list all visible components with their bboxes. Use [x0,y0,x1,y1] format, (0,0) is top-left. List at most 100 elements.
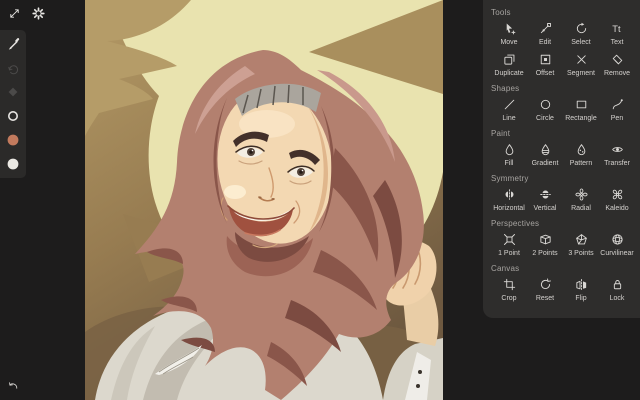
color-secondary-button[interactable] [5,156,21,172]
tool-pen[interactable]: Pen [599,95,635,126]
gradient-icon [541,144,549,156]
sym_h-icon [505,189,513,200]
p3-icon [575,234,587,245]
section-grid-canvas: Crop Reset Flip Lock [491,275,635,306]
tool-label: Offset [535,70,555,77]
tool-label: 1 Point [498,250,520,257]
tool-label: Edit [538,39,552,46]
brush-button[interactable] [5,36,21,52]
tool-vertical[interactable]: Vertical [527,185,563,216]
circle-icon [540,99,550,110]
ring-icon [8,111,18,121]
top-left-toolbar [6,5,47,22]
lock-icon [613,280,621,290]
gear-icon [32,7,45,20]
tool-horizontal[interactable]: Horizontal [491,185,527,216]
select-icon [576,22,586,34]
tool-curvilinear[interactable]: Curvilinear [599,230,635,261]
tool-label: Transfer [604,160,630,167]
tool-label: Remove [603,70,631,77]
section-header-perspectives: Perspectives [491,219,540,228]
tool-radial[interactable]: Radial [563,185,599,216]
section-grid-symmetry: Horizontal Vertical Radial Kaleido [491,185,635,216]
collapse-icon [10,9,19,18]
tool-label: Curvilinear [600,250,634,257]
redo-icon [8,65,19,75]
section-header-shapes: Shapes [491,84,520,93]
rectangle-icon [576,100,586,109]
kaleido-icon [612,189,622,200]
tool-text[interactable]: Tt Text [599,19,635,50]
tool-reset[interactable]: Reset [527,275,563,306]
tool-edit[interactable]: Edit [527,19,563,50]
pattern-icon [577,144,585,156]
tool-3-points[interactable]: 3 Points [563,230,599,261]
color-primary-button[interactable] [5,132,21,148]
tool-1-point[interactable]: 1 Point [491,230,527,261]
redo-button[interactable] [5,60,21,76]
tool-crop[interactable]: Crop [491,275,527,306]
move-icon [506,23,515,35]
tool-label: Kaleido [605,205,629,212]
section-grid-perspectives: 1 Point 2 Points 3 Points Curvilinear [491,230,635,261]
section-header-symmetry: Symmetry [491,174,529,183]
tool-label: Fill [504,160,514,167]
tool-label: Vertical [533,205,557,212]
tool-offset[interactable]: Offset [527,50,563,81]
tool-label: Rectangle [565,115,597,122]
line-icon [504,99,514,110]
tool-kaleido[interactable]: Kaleido [599,185,635,216]
stroke-width-button[interactable] [5,108,21,124]
tool-line[interactable]: Line [491,95,527,126]
tool-label: Select [571,39,591,46]
tool-label: Circle [536,115,554,122]
undo-button[interactable] [6,379,22,393]
settings-button[interactable] [30,5,47,22]
tool-rectangle[interactable]: Rectangle [563,95,599,126]
segment-icon [576,55,586,64]
tool-fill[interactable]: Fill [491,140,527,171]
eraser-button[interactable] [5,84,21,100]
tool-2-points[interactable]: 2 Points [527,230,563,261]
fill-icon [505,144,513,156]
tool-remove[interactable]: Remove [599,50,635,81]
tool-label: 2 Points [532,250,558,257]
tool-segment[interactable]: Segment [563,50,599,81]
tool-transfer[interactable]: Transfer [599,140,635,171]
svg-text:Tt: Tt [612,24,621,34]
undo-icon [9,382,18,389]
tools-panel: Tools Move Edit Select Tt Text Duplicate Offset… [483,0,640,318]
vector-drawing-app: Tools Move Edit Select Tt Text Duplicate Offset… [0,0,640,400]
tool-label: Pattern [569,160,593,167]
tool-label: Gradient [531,160,559,167]
tool-label: 3 Points [568,250,594,257]
tool-label: Line [502,115,516,122]
drawing-canvas[interactable] [85,0,443,400]
tool-move[interactable]: Move [491,19,527,50]
swatch-icon [7,134,19,146]
offset-icon [540,54,550,65]
p1-icon [503,234,515,245]
section-header-paint: Paint [491,129,511,138]
tool-label: Lock [609,295,625,302]
section-header-canvas: Canvas [491,264,520,273]
section-grid-tools: Move Edit Select Tt Text Duplicate Offset Segme… [491,19,635,81]
collapse-button[interactable] [6,5,23,22]
tool-select[interactable]: Select [563,19,599,50]
pen-icon [612,99,623,110]
tool-pattern[interactable]: Pattern [563,140,599,171]
curvi-icon [611,234,623,245]
section-header-tools: Tools [491,8,511,17]
tool-lock[interactable]: Lock [599,275,635,306]
radial-icon [574,188,588,201]
sym_v-icon [539,190,551,199]
text-icon: Tt [612,24,621,34]
swatch-icon [7,158,19,170]
tool-circle[interactable]: Circle [527,95,563,126]
tool-duplicate[interactable]: Duplicate [491,50,527,81]
crop-icon [503,278,515,291]
eraser-icon [8,87,18,97]
tool-flip[interactable]: Flip [563,275,599,306]
tool-gradient[interactable]: Gradient [527,140,563,171]
tool-label: Reset [535,295,555,302]
